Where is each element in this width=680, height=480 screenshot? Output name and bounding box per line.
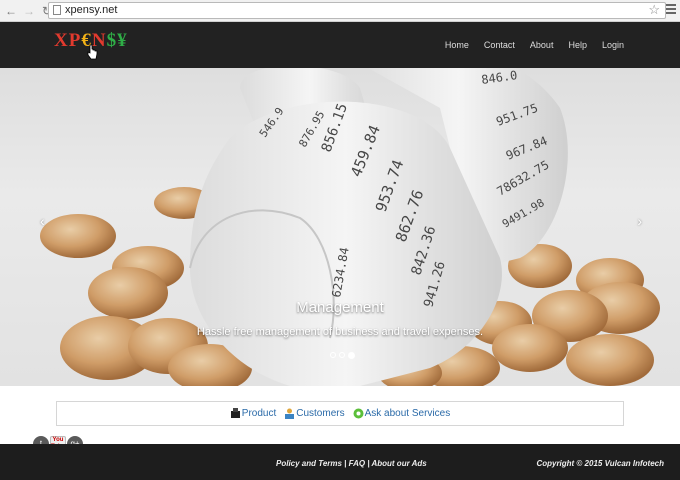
address-text: xpensy.net xyxy=(65,4,118,16)
customers-link[interactable]: Customers xyxy=(284,408,345,419)
receipt-coins-image: 846.0 856.15 876.95 459.84 953.74 862.76… xyxy=(0,68,680,386)
nav-login[interactable]: Login xyxy=(602,40,624,50)
carousel-dot[interactable] xyxy=(330,352,336,358)
carousel-prev-arrow[interactable]: ‹ xyxy=(40,213,45,229)
page-icon xyxy=(53,5,61,15)
nav-contact[interactable]: Contact xyxy=(484,40,515,50)
logo-letter: ¥ xyxy=(117,30,128,51)
ask-services-link[interactable]: Ask about Services xyxy=(353,408,451,419)
footer-separator: | xyxy=(341,459,349,468)
product-label: Product xyxy=(241,408,277,419)
main-nav: Home Contact About Help Login xyxy=(430,22,624,68)
copyright-text: Copyright © 2015 Vulcan Infotech xyxy=(536,459,664,468)
bookmark-star-icon[interactable]: ☆ xyxy=(648,2,660,18)
ads-link[interactable]: About our Ads xyxy=(371,459,426,468)
services-linkbar: Product Customers Ask about Services xyxy=(56,401,624,426)
carousel-indicators xyxy=(330,352,358,359)
product-icon xyxy=(230,408,240,418)
policy-link[interactable]: Policy and Terms xyxy=(276,459,342,468)
nav-about[interactable]: About xyxy=(530,40,554,50)
carousel-dot-active[interactable] xyxy=(348,352,355,359)
hero-carousel: 846.0 856.15 876.95 459.84 953.74 862.76… xyxy=(0,68,680,386)
ask-services-label: Ask about Services xyxy=(364,408,451,419)
carousel-title: Management xyxy=(296,299,384,316)
product-link[interactable]: Product xyxy=(230,408,276,419)
logo-letter: P xyxy=(68,30,82,51)
nav-help[interactable]: Help xyxy=(568,40,587,50)
customers-icon xyxy=(285,408,295,419)
browser-toolbar: ← → ↻ xpensy.net ☆ xyxy=(0,0,680,22)
address-bar[interactable]: xpensy.net xyxy=(48,2,666,19)
chat-icon xyxy=(353,408,364,419)
logo-letter: $ xyxy=(106,30,118,51)
browser-menu-icon[interactable] xyxy=(666,4,676,16)
carousel-subtitle: Hassle free management of business and t… xyxy=(196,326,484,338)
forward-icon[interactable]: → xyxy=(22,4,36,18)
faq-link[interactable]: FAQ xyxy=(349,459,365,468)
nav-home[interactable]: Home xyxy=(445,40,469,50)
site-footer: Policy and Terms | FAQ | About our Ads C… xyxy=(0,444,680,480)
logo-letter: X xyxy=(54,30,69,51)
hand-cursor-icon xyxy=(87,44,98,60)
carousel-dot[interactable] xyxy=(339,352,345,358)
customers-label: Customers xyxy=(296,408,345,419)
carousel-next-arrow[interactable]: › xyxy=(637,213,642,229)
back-icon[interactable]: ← xyxy=(4,4,18,18)
footer-links: Policy and Terms | FAQ | About our Ads xyxy=(276,459,427,468)
